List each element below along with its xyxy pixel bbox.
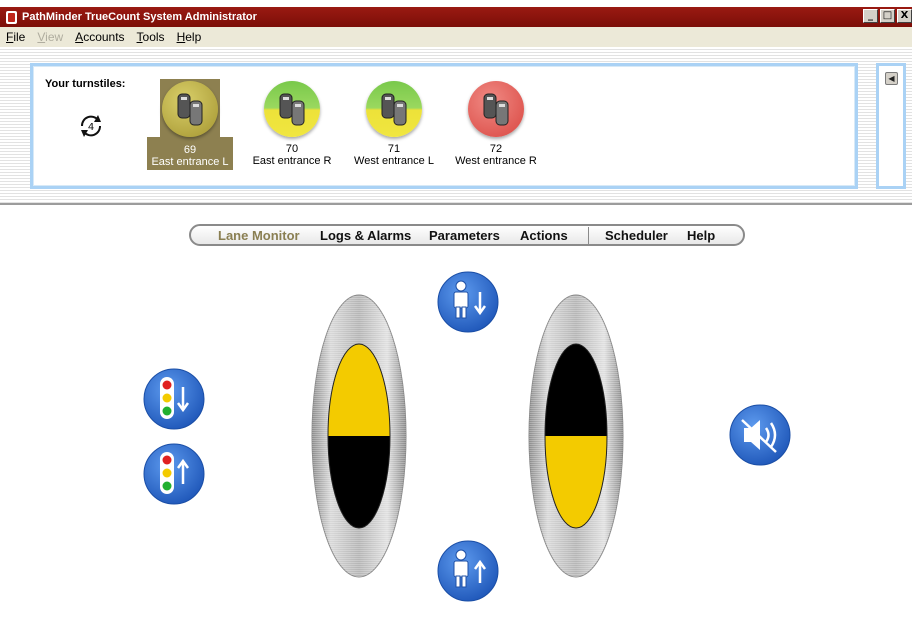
refresh-count: 4 (88, 122, 94, 133)
menu-view[interactable]: View (31, 30, 69, 44)
turnstile-item-70[interactable]: 70 East entrance R (249, 81, 335, 168)
turnstile-panel: Your turnstiles: 4 69 East entrance L 70… (30, 63, 858, 189)
turnstile-toolbar: Your turnstiles: 4 69 East entrance L 70… (0, 47, 912, 205)
refresh-cycle-icon[interactable]: 4 (77, 112, 105, 140)
app-window: PathMinder TrueCount System Administrato… (0, 0, 912, 628)
app-icon (6, 10, 17, 24)
window-title: PathMinder TrueCount System Administrato… (22, 11, 257, 23)
turnstiles-label: Your turnstiles: (45, 78, 126, 90)
turnstile-number: 70 (285, 143, 299, 155)
turnstile-name: West entrance L (354, 155, 434, 167)
turnstile-icon (162, 81, 218, 137)
person-up-button[interactable] (437, 540, 499, 602)
turnstile-item-71[interactable]: 71 West entrance L (351, 81, 437, 168)
turnstile-number: 69 (183, 144, 197, 156)
turnstile-item-72[interactable]: 72 West entrance R (453, 81, 539, 168)
nav-divider (588, 227, 589, 244)
mute-button[interactable] (729, 404, 791, 466)
turnstile-number: 72 (489, 143, 503, 155)
person-down-button[interactable] (437, 271, 499, 333)
turnstile-name: East entrance R (252, 155, 332, 167)
signal-down-button[interactable] (143, 368, 205, 430)
menu-bar: File View Accounts Tools Help (0, 27, 912, 47)
tab-actions[interactable]: Actions (520, 228, 568, 243)
turnstile-number: 71 (387, 143, 401, 155)
maximize-button[interactable]: □ (880, 9, 895, 23)
collapse-arrow-icon[interactable]: ◀ (885, 72, 898, 85)
turnstile-icon (468, 81, 524, 137)
tab-lane-monitor[interactable]: Lane Monitor (218, 228, 300, 243)
tab-scheduler[interactable]: Scheduler (605, 228, 668, 243)
window-controls: _ □ X (863, 9, 912, 23)
menu-tools[interactable]: Tools (131, 30, 171, 44)
tab-logs-alarms[interactable]: Logs & Alarms (320, 228, 411, 243)
minimize-button[interactable]: _ (863, 9, 878, 23)
signal-up-button[interactable] (143, 443, 205, 505)
turnstile-caption: 69 East entrance L (147, 137, 233, 170)
menu-accounts[interactable]: Accounts (69, 30, 130, 44)
turnstile-item-69[interactable]: 69 East entrance L (147, 79, 233, 170)
menu-file[interactable]: File (0, 30, 31, 44)
close-button[interactable]: X (897, 9, 912, 23)
turnstile-name: West entrance R (455, 155, 537, 167)
main-nav: Lane Monitor Logs & Alarms Parameters Ac… (189, 224, 745, 246)
side-panel: ◀ (876, 63, 906, 189)
menu-help[interactable]: Help (171, 30, 208, 44)
lane-monitor-view (143, 271, 791, 602)
tab-parameters[interactable]: Parameters (429, 228, 500, 243)
turnstile-icon (366, 81, 422, 137)
left-lane (311, 294, 407, 578)
right-lane (528, 294, 624, 578)
turnstile-icon (264, 81, 320, 137)
title-bar: PathMinder TrueCount System Administrato… (0, 7, 912, 27)
turnstile-name: East entrance L (151, 156, 229, 168)
tab-help[interactable]: Help (687, 228, 715, 243)
